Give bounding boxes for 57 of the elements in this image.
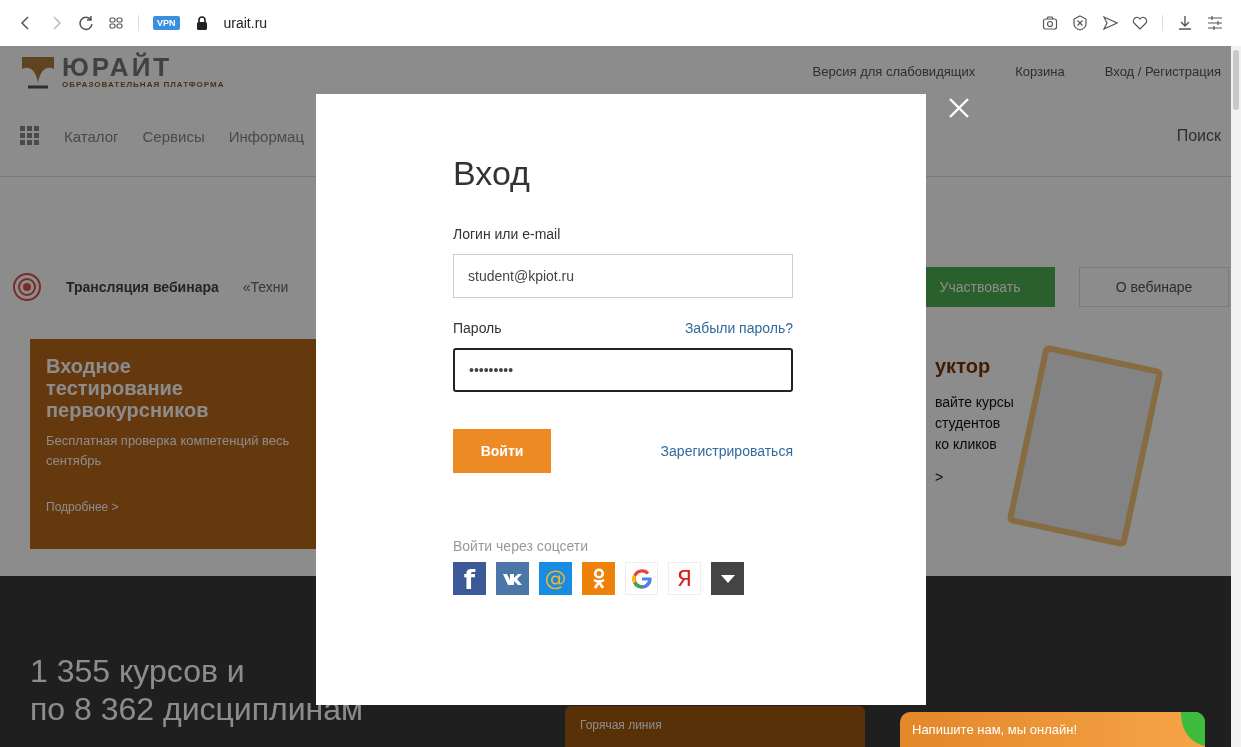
login-link[interactable]: Вход / Регистрация [1104, 63, 1221, 79]
banner-text: вайте курсы [935, 393, 1014, 412]
social-label: Войти через соцсети [453, 538, 590, 554]
webinar-label: Трансляция вебинара [66, 279, 219, 295]
webinar-title: «Техни [242, 279, 289, 295]
heart-icon[interactable] [1132, 15, 1148, 31]
leaf-icon [1181, 712, 1205, 746]
forgot-password-link[interactable]: Забыли пароль? [684, 320, 793, 336]
field-label: Логин или e-mail [453, 226, 562, 242]
g-icon [631, 568, 652, 589]
accessibility-link[interactable]: Версия для слабовидящих [812, 63, 976, 79]
banner-link[interactable]: Подробнее > [46, 500, 304, 514]
shield-icon[interactable] [1072, 15, 1088, 31]
hero-heading: по 8 362 дисциплинам [30, 690, 364, 729]
search-button[interactable]: Поиск [1176, 127, 1221, 145]
vpn-badge[interactable]: VPN [153, 16, 180, 30]
ok-button[interactable] [582, 562, 615, 595]
google-button[interactable] [625, 562, 658, 595]
reload-icon[interactable] [78, 15, 94, 31]
logo-subtitle: ОБРАЗОВАТЕЛЬНАЯ ПЛАТФОРМА [62, 79, 225, 89]
address-bar[interactable]: urait.ru [223, 15, 268, 31]
nav-item[interactable]: Сервисы [142, 127, 205, 145]
caret-icon [720, 574, 735, 583]
vk-button[interactable] [496, 562, 529, 595]
nav-item[interactable]: Каталог [64, 127, 119, 145]
logo-title: ЮРАЙТ [62, 53, 174, 80]
dialog-title: Вход [453, 154, 531, 193]
password-field[interactable]: ••••••••• [453, 348, 793, 392]
camera-icon[interactable] [1042, 15, 1058, 31]
more-button[interactable] [711, 562, 744, 595]
nav-item[interactable]: Информац [228, 127, 305, 145]
login-field[interactable]: student@kpiot.ru [453, 254, 793, 298]
banner-link[interactable]: > [935, 469, 1014, 485]
banner-title: Входное тестирование первокурсников [46, 355, 210, 421]
hotline-card[interactable]: Горячая линия [565, 706, 865, 747]
field-label: Пароль [453, 320, 502, 336]
banner-text: Бесплатная проверка компетенций весь сентябрь [46, 432, 291, 470]
broadcast-icon [12, 272, 42, 302]
close-icon[interactable] [948, 97, 970, 119]
about-webinar-button[interactable]: О вебинаре [1079, 267, 1229, 307]
download-icon[interactable] [1177, 15, 1193, 31]
grid-icon[interactable] [20, 126, 40, 146]
login-button[interactable]: Войти [453, 429, 551, 473]
banner-title: уктор [935, 355, 992, 378]
settings-icon[interactable] [1207, 15, 1223, 31]
register-link[interactable]: Зарегистрироваться [660, 443, 793, 459]
chat-widget[interactable]: Напишите нам, мы онлайн! [900, 712, 1205, 747]
yandex-button[interactable]: Я [668, 562, 701, 595]
banner-text: студентов [935, 414, 1002, 433]
grid-icon[interactable] [108, 15, 124, 31]
facebook-button[interactable]: f [453, 562, 486, 595]
person-icon [591, 567, 606, 590]
cart-link[interactable]: Корзина [1015, 63, 1065, 79]
banner-text: ко кликов [935, 435, 998, 454]
hero-heading: 1 355 курсов и [30, 652, 245, 691]
vk-icon [502, 572, 523, 585]
send-icon[interactable] [1102, 15, 1118, 31]
